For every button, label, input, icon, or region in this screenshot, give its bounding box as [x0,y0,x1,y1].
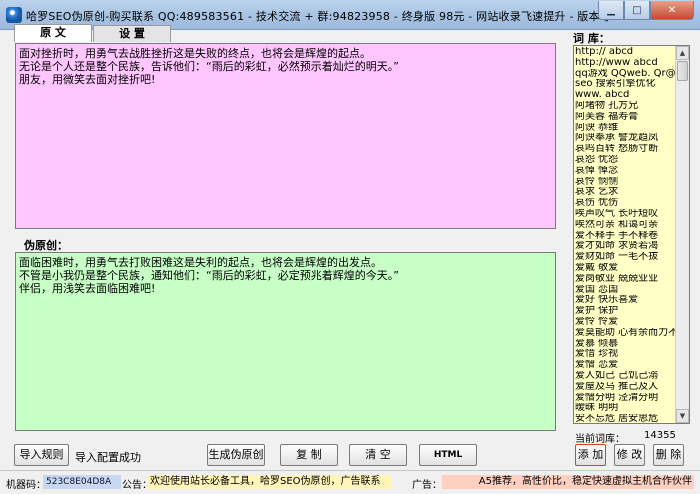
library-item[interactable]: 哀怜 悯恻 [575,177,676,188]
scroll-down-icon[interactable]: ▼ [676,409,689,423]
library-item[interactable]: 爱人如己 己饥己溺 [575,371,676,382]
scroll-thumb[interactable] [677,61,688,81]
scroll-up-icon[interactable]: ▲ [676,46,689,60]
library-item[interactable]: 爱好 快乐喜爱 [575,295,676,306]
rewrite-line: 面临困难时，用勇气去打败困难这是失利的起点，也将会是辉煌的出发点。 [19,256,382,269]
library-label: 词 库： [573,32,610,45]
library-item[interactable]: seo 搜索引擎优化 [575,79,676,90]
library-item[interactable]: 爱岗敬业 兢兢业业 [575,274,676,285]
rewrite-text-area[interactable]: 面临困难时，用勇气去打败困难这是失利的起点，也将会是辉煌的出发点。 不管是小我仍… [15,252,556,431]
minimize-button[interactable]: ▁ [598,1,624,20]
library-item[interactable]: www. abcd [575,90,676,101]
notice-text: 欢迎使用站长必备工具，哈罗SEO伪原创，广告联系 [148,475,391,489]
library-item[interactable]: 哀悼 悼念 [575,166,676,177]
library-scrollbar[interactable]: ▲ ▼ [675,46,689,423]
library-item[interactable]: http:// abcd [575,47,676,58]
maximize-button[interactable]: □ [624,1,650,20]
library-item[interactable]: 爱憎分明 泾渭分明 [575,393,676,404]
library-item[interactable]: 哀鸣百转 愁肠寸断 [575,144,676,155]
library-count: 14355 [644,430,676,441]
ad-text[interactable]: A5推荐，高性价比，稳定快速虚拟主机合作伙伴 [442,475,694,489]
library-item[interactable]: 爱憎 恋爱 [575,360,676,371]
library-items: http:// abcd http://www abcd qq游戏 QQweb. Q… [575,47,676,423]
close-button[interactable]: ✕ [650,1,694,20]
window-controls: ▁ □ ✕ [598,1,694,21]
library-item[interactable]: 爱国 恋国 [575,285,676,296]
library-item[interactable]: 爱护 保护 [575,306,676,317]
import-status: 导入配置成功 [75,451,141,464]
library-item[interactable]: 哀怨 忧怨 [575,155,676,166]
library-item[interactable]: 爱财如命 一毛不拔 [575,252,676,263]
copy-button[interactable]: 复 制 [280,444,338,466]
app-icon [6,7,22,23]
library-item[interactable]: 爱莫能助 心有余而力不 [575,328,676,339]
library-item[interactable]: 爱才如命 求贤若渴 [575,241,676,252]
library-list[interactable]: http:// abcd http://www abcd qq游戏 QQweb. Q… [573,45,690,424]
window-title: 哈罗SEO伪原创-购买联系 QQ:489583561 - 技术交流 + 群:94… [26,10,644,23]
library-item[interactable]: 阿谀奉承 譬龙趋凤 [575,133,676,144]
add-word-button[interactable]: 添 加 [575,444,606,466]
library-item[interactable]: http://www abcd [575,58,676,69]
library-item[interactable]: 阿芙蓉 福寿膏 [575,112,676,123]
clear-button[interactable]: 清 空 [349,444,407,466]
rewrite-line: 伴侣，用浅笑去面临困难吧! [19,282,156,295]
library-item[interactable]: 爱不释手 手不释卷 [575,231,676,242]
edit-word-button[interactable]: 修 改 [614,444,645,466]
tab-settings[interactable]: 设 置 [93,25,171,42]
library-item[interactable]: 阿谀 恭维 [575,123,676,134]
original-line: 面对挫折时，用勇气去战胜挫折这是失败的终点，也将会是辉煌的起点。 [19,47,371,60]
library-item[interactable]: 爱慕 倾慕 [575,339,676,350]
machine-code-label: 机器码： [6,480,46,491]
library-item[interactable]: 唉然可亲 和蔼可亲 [575,220,676,231]
library-item[interactable]: 唉声叹气 长吁短叹 [575,209,676,220]
generate-button[interactable]: 生成伪原创 [207,444,265,466]
library-item[interactable]: 阿堵物 孔方兄 [575,101,676,112]
status-bar: 机器码： 523C8E04D8A 公告： 欢迎使用站长必备工具，哈罗SEO伪原创… [0,470,700,494]
library-item[interactable]: qq游戏 QQweb. Qr@腾讯 [575,69,676,80]
import-rules-button[interactable]: 导入规则 [14,444,69,466]
tab-original[interactable]: 原 文 [14,24,92,42]
library-item[interactable]: 哀求 乞求 [575,187,676,198]
delete-word-button[interactable]: 删 除 [653,444,684,466]
library-item[interactable]: 爱屋及乌 推己及人 [575,382,676,393]
library-item[interactable]: 爱戴 敬爱 [575,263,676,274]
machine-code: 523C8E04D8A [43,475,121,489]
library-item[interactable]: 暧昧 明明 [575,403,676,414]
html-button[interactable]: HTML [419,444,477,466]
library-item[interactable]: 爱惜 珍视 [575,349,676,360]
library-item[interactable]: 哀伤 忧伤 [575,198,676,209]
rewrite-line: 不管是小我仍是整个民族，通知他们：“雨后的彩虹，必定预兆着辉煌的今天。” [19,269,399,282]
library-item[interactable]: 安不忘危 居安思危 [575,414,676,423]
library-count-label: 当前词库： [575,434,625,445]
original-line: 无论是个人还是整个民族，告诉他们：“雨后的彩虹，必然预示着灿烂的明天。” [19,60,399,73]
original-text-area[interactable]: 面对挫折时，用勇气去战胜挫折这是失败的终点，也将会是辉煌的起点。 无论是个人还是… [15,43,556,229]
library-item[interactable]: 爱怜 怜爱 [575,317,676,328]
rewrite-label: 伪原创： [24,239,68,252]
ad-label: 广告： [412,480,442,491]
tab-strip: 原 文 设 置 [14,24,171,43]
original-line: 朋友，用微笑去面对挫折吧! [19,73,156,86]
